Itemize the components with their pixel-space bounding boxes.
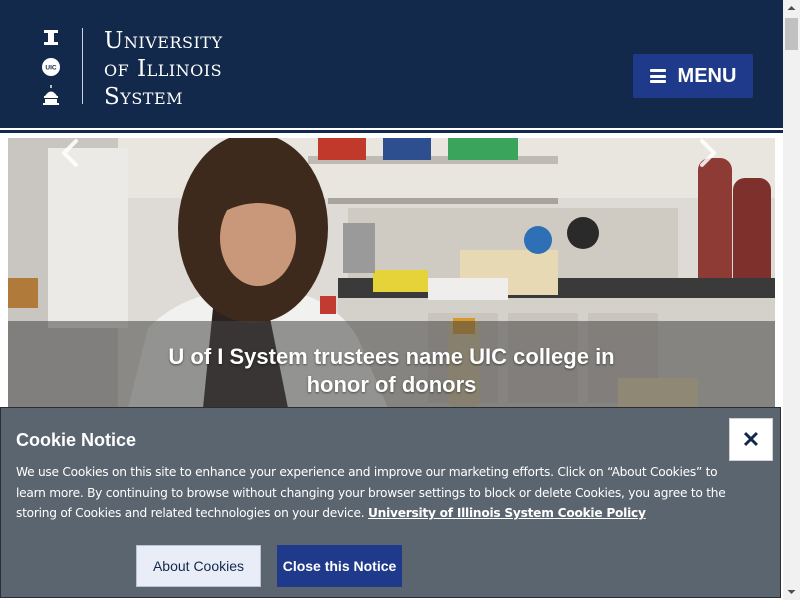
svg-text:UIC: UIC bbox=[45, 65, 57, 72]
logo-divider bbox=[82, 28, 83, 104]
close-icon[interactable]: ✕ bbox=[729, 418, 773, 461]
caption-line-1: U of I System trustees name UIC college … bbox=[168, 344, 615, 369]
menu-button[interactable]: MENU bbox=[633, 54, 753, 98]
cookie-notice-text: We use Cookies on this site to enhance y… bbox=[16, 462, 731, 524]
about-cookies-button[interactable]: About Cookies bbox=[136, 545, 261, 587]
block-i-icon bbox=[44, 30, 58, 45]
scrollbar-thumb[interactable] bbox=[785, 18, 798, 50]
menu-label: MENU bbox=[677, 64, 737, 87]
hero-carousel[interactable]: U of I System trustees name UIC college … bbox=[8, 138, 775, 408]
scroll-up-arrow-icon[interactable] bbox=[783, 0, 800, 17]
wordmark-line-2: of Illinois bbox=[104, 56, 223, 82]
campus-marks-logo[interactable]: UIC bbox=[40, 28, 62, 108]
uic-mark-icon: UIC bbox=[42, 58, 60, 76]
cookie-policy-link[interactable]: University of Illinois System Cookie Pol… bbox=[368, 506, 646, 520]
header-divider-lower bbox=[0, 130, 783, 133]
uis-dome-icon bbox=[43, 85, 59, 105]
chevron-left-icon[interactable] bbox=[57, 138, 83, 168]
chevron-right-icon[interactable] bbox=[695, 138, 721, 168]
hamburger-icon bbox=[649, 69, 666, 83]
site-header: UIC University of Illinois System MENU bbox=[0, 0, 783, 128]
scroll-down-arrow-icon[interactable] bbox=[783, 583, 800, 600]
university-wordmark[interactable]: University of Illinois System bbox=[104, 27, 223, 111]
close-notice-button[interactable]: Close this Notice bbox=[277, 545, 402, 587]
wordmark-line-3: System bbox=[104, 84, 184, 110]
slide-caption[interactable]: U of I System trustees name UIC college … bbox=[68, 343, 715, 399]
page-scrollbar[interactable] bbox=[783, 0, 800, 600]
caption-line-2: honor of donors bbox=[306, 372, 477, 397]
wordmark-line-1: University bbox=[104, 28, 223, 54]
close-glyph: ✕ bbox=[741, 426, 761, 452]
cookie-notice: Cookie Notice ✕ We use Cookies on this s… bbox=[0, 407, 781, 598]
cookie-notice-title: Cookie Notice bbox=[16, 430, 137, 450]
